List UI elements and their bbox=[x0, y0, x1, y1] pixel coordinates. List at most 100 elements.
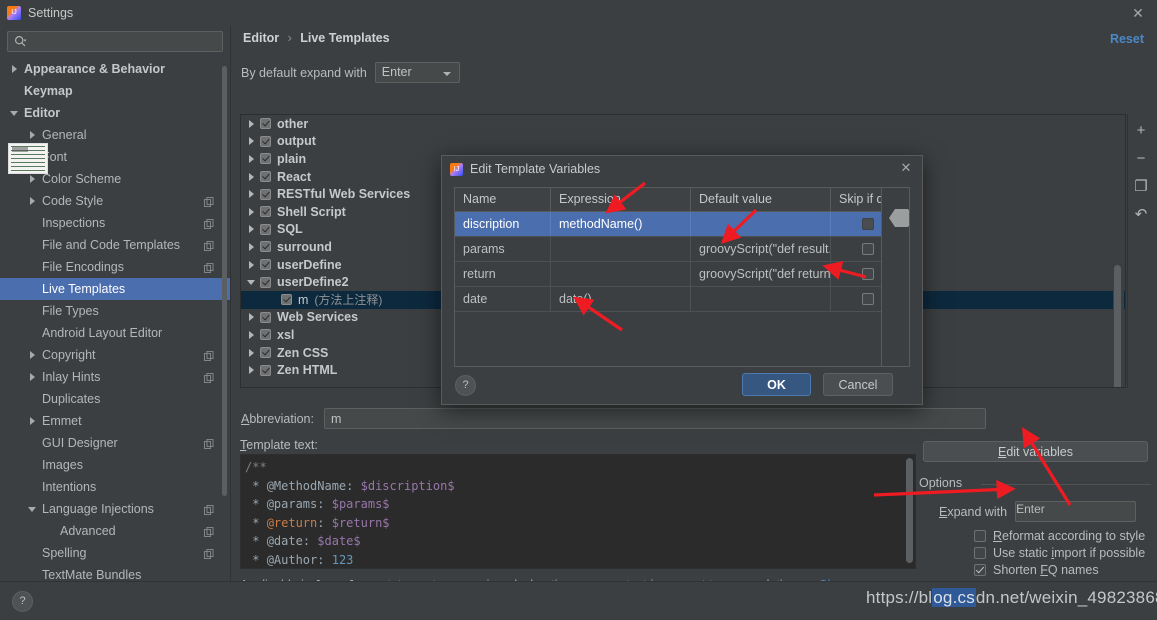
template-checkbox[interactable] bbox=[260, 276, 271, 288]
reformat-checkbox-row[interactable]: Reformat according to style bbox=[974, 529, 1145, 543]
chevron-up-icon[interactable] bbox=[889, 200, 909, 218]
sidebar-item-copyright[interactable]: Copyright bbox=[0, 344, 230, 366]
template-checkbox[interactable] bbox=[260, 188, 271, 200]
sidebar-item-inlay-hints[interactable]: Inlay Hints bbox=[0, 366, 230, 388]
cell-name[interactable]: params bbox=[455, 237, 551, 261]
sidebar-item-language-injections[interactable]: Language Injections bbox=[0, 498, 230, 520]
skip-if-defined-checkbox[interactable] bbox=[861, 293, 874, 305]
template-checkbox[interactable] bbox=[260, 223, 271, 235]
sidebar-item-keymap[interactable]: Keymap bbox=[0, 80, 230, 102]
sidebar-item-file-types[interactable]: File Types bbox=[0, 300, 230, 322]
chevron-right-icon[interactable] bbox=[246, 171, 258, 183]
sidebar-item-advanced[interactable]: Advanced bbox=[0, 520, 230, 542]
template-checkbox[interactable] bbox=[260, 153, 271, 165]
template-text-editor[interactable]: /** * @MethodName: $discription$ * @para… bbox=[240, 454, 916, 569]
column-header[interactable]: Expression bbox=[551, 188, 691, 211]
breadcrumb-parent[interactable]: Editor bbox=[243, 31, 279, 45]
settings-category-tree[interactable]: Appearance & Behavior Keymap Editor General… bbox=[0, 58, 230, 581]
chevron-right-icon[interactable] bbox=[246, 329, 258, 341]
template-checkbox[interactable] bbox=[260, 259, 271, 271]
sidebar-item-images[interactable]: Images bbox=[0, 454, 230, 476]
plus-icon[interactable]: + bbox=[1128, 119, 1154, 142]
sidebar-item-intentions[interactable]: Intentions bbox=[0, 476, 230, 498]
template-checkbox[interactable] bbox=[260, 241, 271, 253]
template-checkbox[interactable] bbox=[260, 364, 271, 376]
close-icon[interactable]: ✕ bbox=[1129, 4, 1147, 22]
shorten-fq-checkbox-row[interactable]: Shorten FQ names bbox=[974, 563, 1099, 577]
chevron-right-icon[interactable] bbox=[28, 372, 39, 383]
sidebar-item-code-style[interactable]: Code Style bbox=[0, 190, 230, 212]
variables-table-body[interactable]: discription methodName() params groovyScrip… bbox=[455, 212, 909, 312]
chevron-down-icon[interactable] bbox=[246, 276, 258, 288]
search-input[interactable] bbox=[7, 31, 223, 52]
sidebar-item-file-and-code-templates[interactable]: File and Code Templates bbox=[0, 234, 230, 256]
template-checkbox[interactable] bbox=[260, 171, 271, 183]
cell-name[interactable]: return bbox=[455, 262, 551, 286]
template-group-row[interactable]: output bbox=[241, 133, 1125, 151]
dialog-help-button[interactable]: ? bbox=[455, 375, 476, 396]
cell-expression[interactable]: methodName() bbox=[551, 212, 691, 236]
sidebar-item-android-layout-editor[interactable]: Android Layout Editor bbox=[0, 322, 230, 344]
sidebar-item-emmet[interactable]: Emmet bbox=[0, 410, 230, 432]
reset-link[interactable]: Reset bbox=[1110, 32, 1144, 46]
chevron-right-icon[interactable] bbox=[28, 130, 39, 141]
chevron-right-icon[interactable] bbox=[246, 188, 258, 200]
templates-scrollbar-thumb[interactable] bbox=[1114, 265, 1121, 387]
table-row[interactable]: date date() bbox=[455, 287, 909, 312]
cell-expression[interactable]: date() bbox=[551, 287, 691, 311]
help-button[interactable]: ? bbox=[12, 591, 33, 612]
chevron-right-icon[interactable] bbox=[246, 153, 258, 165]
chevron-right-icon[interactable] bbox=[10, 64, 21, 75]
chevron-right-icon[interactable] bbox=[246, 223, 258, 235]
cell-expression[interactable] bbox=[551, 262, 691, 286]
chevron-right-icon[interactable] bbox=[246, 259, 258, 271]
chevron-right-icon[interactable] bbox=[28, 174, 39, 185]
cell-default[interactable]: groovyScript("def return... bbox=[691, 262, 831, 286]
chevron-right-icon[interactable] bbox=[28, 350, 39, 361]
template-checkbox[interactable] bbox=[260, 329, 271, 341]
chevron-right-icon[interactable] bbox=[28, 196, 39, 207]
cell-expression[interactable] bbox=[551, 237, 691, 261]
cell-default[interactable] bbox=[691, 212, 831, 236]
chevron-right-icon[interactable] bbox=[28, 416, 39, 427]
chevron-down-icon[interactable] bbox=[28, 504, 39, 515]
chevron-right-icon[interactable] bbox=[246, 206, 258, 218]
chevron-right-icon[interactable] bbox=[246, 311, 258, 323]
template-checkbox[interactable] bbox=[281, 294, 292, 306]
template-checkbox[interactable] bbox=[260, 347, 271, 359]
table-row[interactable]: params groovyScript("def result... bbox=[455, 237, 909, 262]
reformat-checkbox[interactable] bbox=[974, 530, 986, 542]
chevron-down-icon[interactable] bbox=[10, 108, 21, 119]
sidebar-item-spelling[interactable]: Spelling bbox=[0, 542, 230, 564]
search-field-wrapper[interactable] bbox=[7, 31, 223, 52]
template-checkbox[interactable] bbox=[260, 118, 271, 130]
default-expand-with-select[interactable]: Enter bbox=[374, 62, 460, 83]
sidebar-item-gui-designer[interactable]: GUI Designer bbox=[0, 432, 230, 454]
edit-variables-button[interactable]: Edit variables bbox=[923, 441, 1148, 462]
cell-name[interactable]: date bbox=[455, 287, 551, 311]
static-import-checkbox[interactable] bbox=[974, 547, 986, 559]
chevron-right-icon[interactable] bbox=[246, 118, 258, 130]
chevron-down-icon[interactable] bbox=[889, 218, 909, 236]
ok-button[interactable]: OK bbox=[742, 373, 811, 396]
template-group-row[interactable]: other bbox=[241, 115, 1125, 133]
sidebar-item-appearance-behavior[interactable]: Appearance & Behavior bbox=[0, 58, 230, 80]
skip-if-defined-checkbox[interactable] bbox=[861, 218, 874, 230]
chevron-right-icon[interactable] bbox=[246, 347, 258, 359]
sidebar-scrollbar[interactable] bbox=[222, 66, 227, 496]
sidebar-item-editor[interactable]: Editor bbox=[0, 102, 230, 124]
template-checkbox[interactable] bbox=[260, 135, 271, 147]
templates-scrollbar-track[interactable] bbox=[1113, 115, 1124, 387]
skip-if-defined-checkbox[interactable] bbox=[861, 268, 874, 280]
chevron-right-icon[interactable] bbox=[246, 364, 258, 376]
abbreviation-input[interactable]: m bbox=[323, 408, 986, 429]
column-header[interactable]: Name bbox=[455, 188, 551, 211]
close-icon[interactable]: ✕ bbox=[898, 160, 914, 176]
sidebar-item-file-encodings[interactable]: File Encodings bbox=[0, 256, 230, 278]
column-header[interactable]: Default value bbox=[691, 188, 831, 211]
cell-name[interactable]: discription bbox=[455, 212, 551, 236]
static-import-checkbox-row[interactable]: Use static import if possible bbox=[974, 546, 1145, 560]
sidebar-item-inspections[interactable]: Inspections bbox=[0, 212, 230, 234]
template-checkbox[interactable] bbox=[260, 311, 271, 323]
table-row[interactable]: discription methodName() bbox=[455, 212, 909, 237]
